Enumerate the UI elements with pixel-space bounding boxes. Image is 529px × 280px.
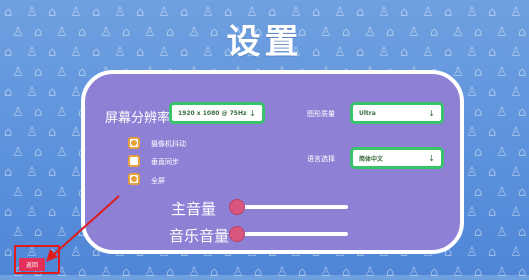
back-button[interactable]: 返回 (19, 258, 45, 271)
annotation-arrow-icon (46, 195, 120, 262)
